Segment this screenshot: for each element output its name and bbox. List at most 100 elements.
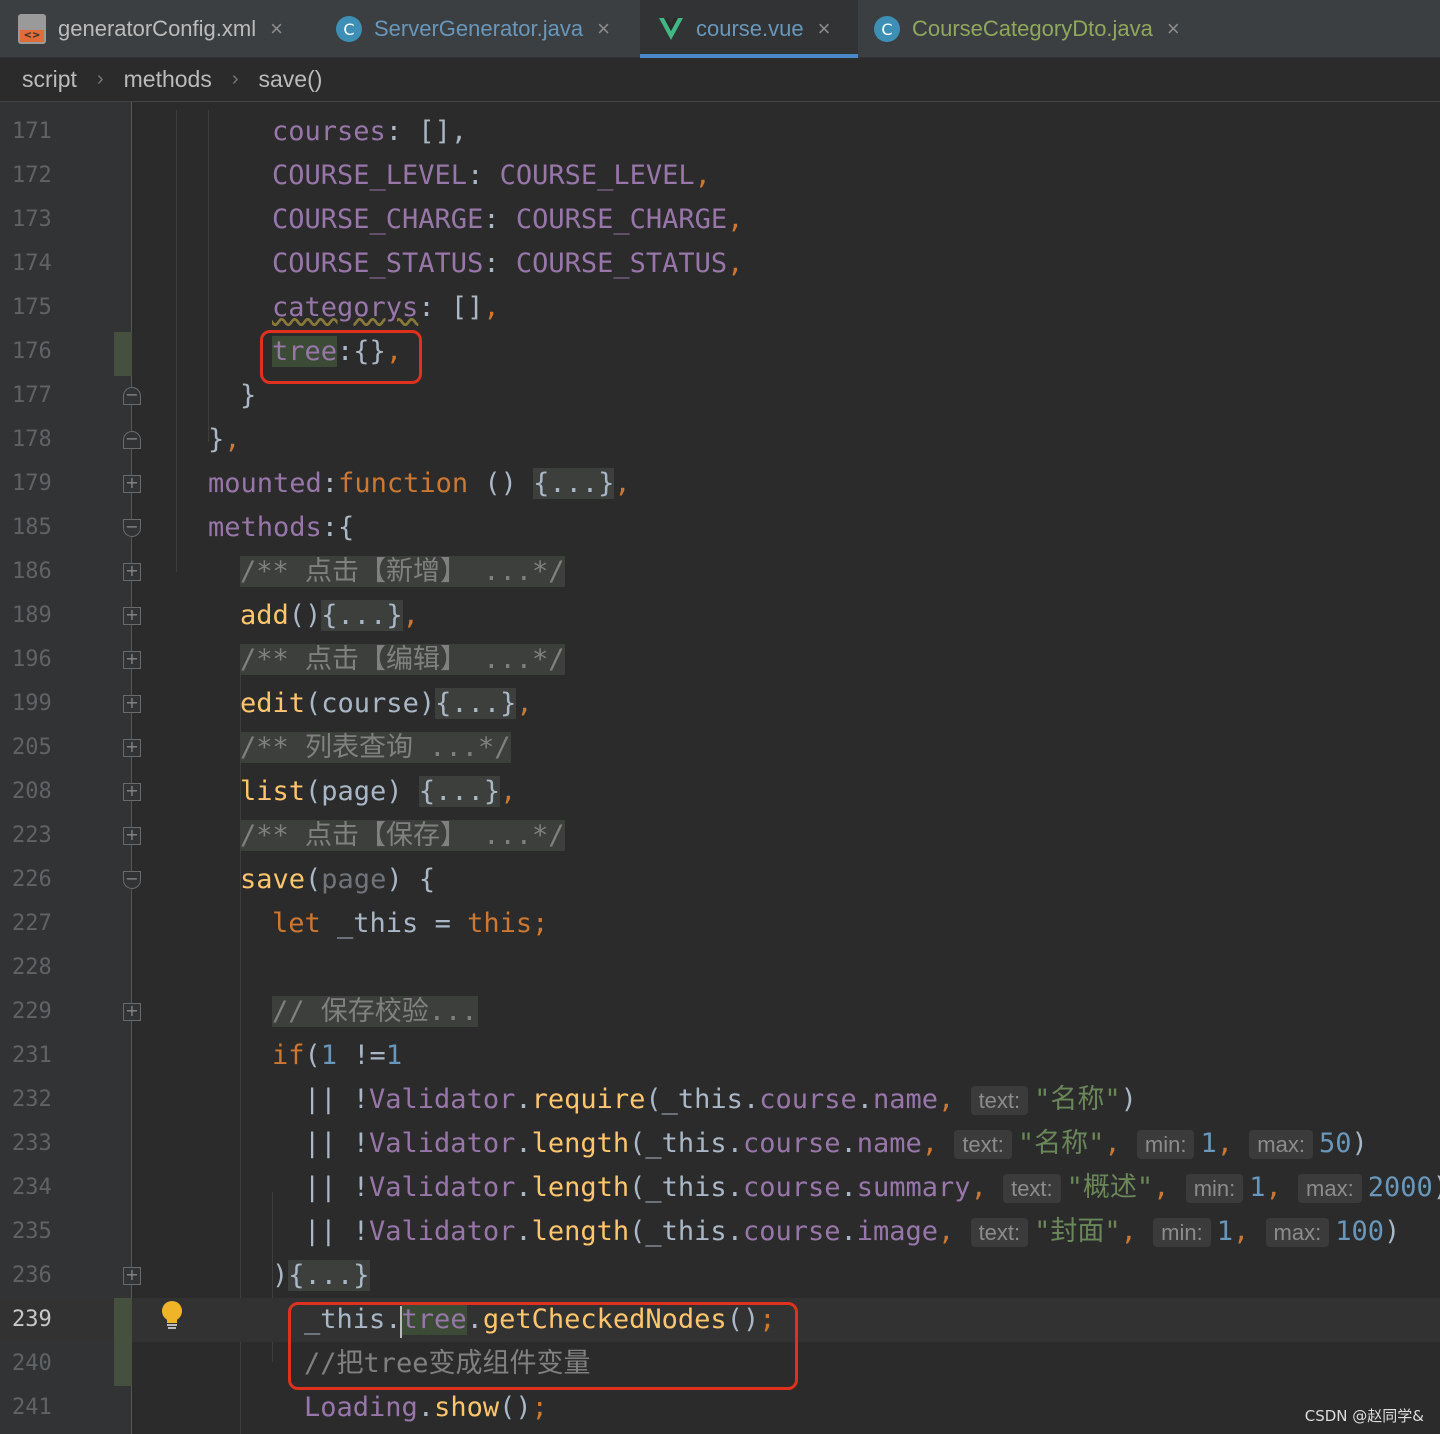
close-tab-icon[interactable]: × <box>270 16 283 42</box>
code-token: save <box>240 864 306 895</box>
code-token: || ! <box>304 1128 370 1159</box>
code-text[interactable]: if(1 !=1 <box>272 1034 402 1078</box>
code-token: ; <box>531 1392 548 1423</box>
code-token: image <box>856 1216 939 1247</box>
line-number: 239 <box>12 1307 52 1332</box>
breadcrumb-item[interactable]: methods <box>124 66 212 93</box>
code-token: || ! <box>304 1084 370 1115</box>
code-text[interactable]: ){...} <box>272 1254 370 1298</box>
code-line: 179 + mounted:function () {...}, <box>0 462 1440 506</box>
line-number: 208 <box>12 779 52 804</box>
code-text[interactable]: /** 点击【编辑】 ...*/ <box>240 638 565 682</box>
code-line: 241 Loading.show(); <box>0 1386 1440 1430</box>
code-text[interactable]: add(){...}, <box>240 594 419 638</box>
fold-expand-icon[interactable]: + <box>123 607 141 625</box>
code-token: name <box>856 1128 922 1159</box>
code-editor[interactable]: 171 courses: [], 172 COURSE_LEVEL: COURSE_L… <box>0 102 1440 1434</box>
fold-collapse-icon[interactable]: − <box>123 519 141 537</box>
line-number: 177 <box>12 383 52 408</box>
code-text[interactable]: || !Validator.require(_this.course.name,… <box>304 1078 1137 1122</box>
code-token: length <box>531 1128 630 1159</box>
code-token: ) <box>1120 1084 1137 1115</box>
code-token: {...} <box>533 468 615 499</box>
code-line: 186 + /** 点击【新增】 ...*/ <box>0 550 1440 594</box>
code-text[interactable]: let _this = this; <box>272 902 548 946</box>
lightbulb-icon[interactable] <box>160 1300 184 1330</box>
tab-coursecategorydto-java[interactable]: C CourseCategoryDto.java × <box>874 0 1224 58</box>
close-tab-icon[interactable]: × <box>1167 16 1180 42</box>
breadcrumb-item[interactable]: save() <box>259 66 323 93</box>
code-text[interactable]: categorys: [], <box>272 286 500 330</box>
code-text[interactable]: COURSE_LEVEL: COURSE_LEVEL, <box>272 154 711 198</box>
code-text[interactable]: // 保存校验... <box>272 990 478 1034</box>
code-text[interactable]: } <box>240 374 256 418</box>
annotation-highlight-box <box>260 330 422 384</box>
tab-course-vue[interactable]: course.vue × <box>640 0 858 58</box>
code-text[interactable]: || !Validator.length(_this.course.name, … <box>304 1122 1368 1166</box>
code-token: {...} <box>321 600 403 631</box>
text-cursor <box>400 1306 402 1338</box>
parameter-hint: text: <box>954 1130 1012 1159</box>
code-text[interactable]: /** 点击【新增】 ...*/ <box>240 550 565 594</box>
code-token: (_this. <box>629 1128 743 1159</box>
line-number: 178 <box>12 427 52 452</box>
code-line: 232 || !Validator.require(_this.course.na… <box>0 1078 1440 1122</box>
code-text[interactable]: list(page) {...}, <box>240 770 516 814</box>
code-text[interactable]: || !Validator.length(_this.course.image,… <box>304 1210 1400 1254</box>
code-token: page <box>321 864 387 895</box>
code-text[interactable]: COURSE_STATUS: COURSE_STATUS, <box>272 242 743 286</box>
fold-expand-icon[interactable]: + <box>123 1003 141 1021</box>
fold-end-icon[interactable]: − <box>123 387 141 405</box>
line-number: 171 <box>12 119 52 144</box>
code-token: require <box>531 1084 646 1115</box>
breadcrumb-item[interactable]: script <box>22 66 77 93</box>
code-token: "名称" <box>1034 1084 1121 1115</box>
code-token: ( <box>304 1040 321 1071</box>
code-token: COURSE_CHARGE <box>515 204 728 235</box>
vcs-change-marker[interactable] <box>114 1298 132 1386</box>
code-token: . <box>856 1084 874 1115</box>
code-line: 199 + edit(course){...}, <box>0 682 1440 726</box>
code-text[interactable]: mounted:function () {...}, <box>208 462 631 506</box>
code-token: {...} <box>288 1260 370 1291</box>
code-text[interactable]: /** 点击【保存】 ...*/ <box>240 814 565 858</box>
line-number: 236 <box>12 1263 52 1288</box>
code-token: } <box>208 424 225 455</box>
line-number: 199 <box>12 691 52 716</box>
code-token: 1 <box>1216 1216 1233 1247</box>
fold-expand-icon[interactable]: + <box>123 475 141 493</box>
code-text[interactable]: save(page) { <box>240 858 435 902</box>
fold-expand-icon[interactable]: + <box>123 651 141 669</box>
code-token: . <box>417 1392 435 1423</box>
close-tab-icon[interactable]: × <box>818 16 831 42</box>
fold-expand-icon[interactable]: + <box>123 783 141 801</box>
tab-generatorconfig-xml[interactable]: generatorConfig.xml × <box>18 0 318 58</box>
code-text[interactable]: edit(course){...}, <box>240 682 533 726</box>
xml-file-icon <box>18 14 46 44</box>
code-token: , <box>694 160 711 191</box>
code-token: . <box>515 1128 532 1159</box>
fold-end-icon[interactable]: − <box>123 431 141 449</box>
code-token: Validator <box>369 1172 516 1203</box>
fold-expand-icon[interactable]: + <box>123 827 141 845</box>
code-text[interactable]: /** 列表查询 ...*/ <box>240 726 511 770</box>
fold-expand-icon[interactable]: + <box>123 563 141 581</box>
code-text[interactable]: COURSE_CHARGE: COURSE_CHARGE, <box>272 198 743 242</box>
code-text[interactable]: methods:{ <box>208 506 354 550</box>
code-text[interactable]: courses: [], <box>272 110 467 154</box>
fold-expand-icon[interactable]: + <box>123 1267 141 1285</box>
fold-expand-icon[interactable]: + <box>123 739 141 757</box>
vcs-change-marker[interactable] <box>114 332 132 376</box>
code-text[interactable]: || !Validator.length(_this.course.summar… <box>304 1166 1440 1210</box>
close-tab-icon[interactable]: × <box>597 16 610 42</box>
code-token: summary <box>856 1172 971 1203</box>
fold-collapse-icon[interactable]: − <box>123 871 141 889</box>
editor-tab-bar: generatorConfig.xml × C ServerGenerator.jav… <box>0 0 1440 58</box>
code-line: 178 −}, <box>0 418 1440 462</box>
fold-expand-icon[interactable]: + <box>123 695 141 713</box>
code-text[interactable]: }, <box>208 418 241 462</box>
code-token: : [] <box>418 292 484 323</box>
code-text[interactable]: Loading.show(); <box>304 1386 548 1430</box>
line-number: 185 <box>12 515 52 540</box>
tab-servergenerator-java[interactable]: C ServerGenerator.java × <box>336 0 636 58</box>
